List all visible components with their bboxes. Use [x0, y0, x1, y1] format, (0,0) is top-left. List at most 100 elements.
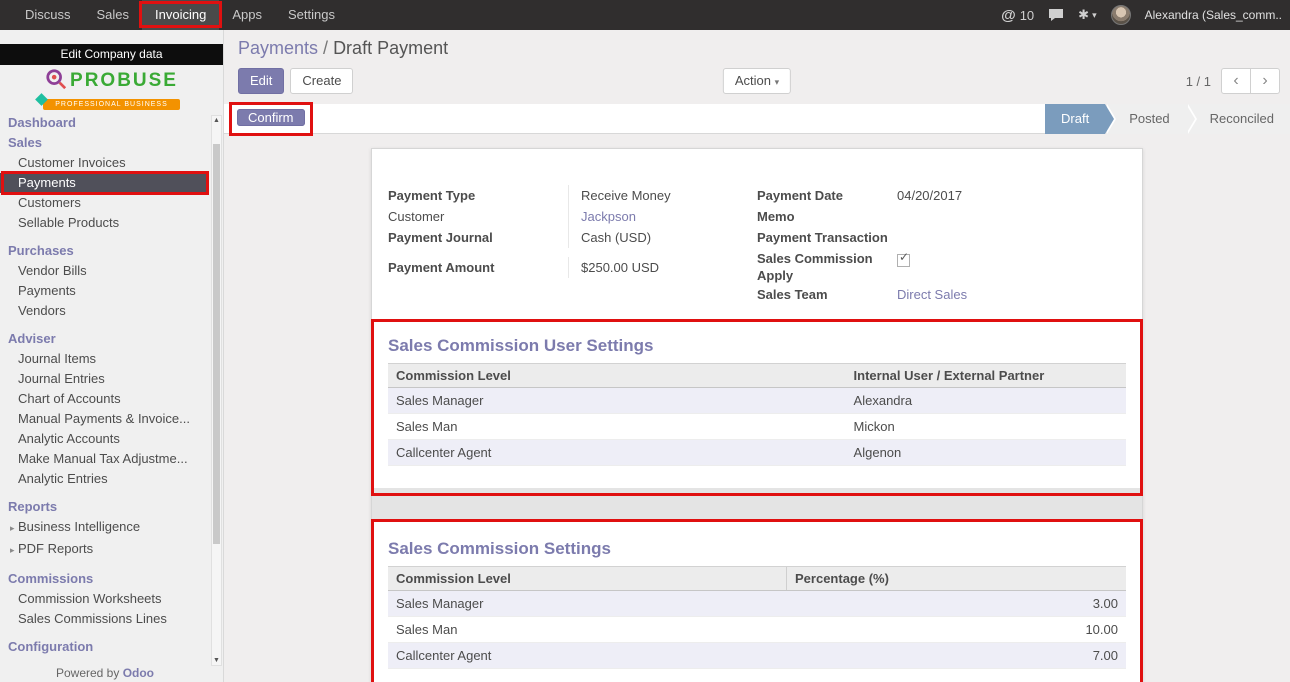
scrollbar-thumb[interactable] — [213, 144, 220, 544]
column-header-commission-level[interactable]: Commission Level — [388, 364, 846, 388]
customer-value-link[interactable]: Jackpson — [568, 206, 757, 227]
customer-label: Customer — [388, 206, 568, 227]
confirm-button[interactable]: Confirm — [237, 109, 305, 126]
commission-level-cell: Sales Manager — [388, 388, 846, 414]
user-cell: Mickon — [846, 414, 1126, 440]
commission-settings-table: Commission Level Percentage (%) Sales Ma… — [388, 566, 1126, 669]
table-row[interactable]: Callcenter Agent Algenon — [388, 440, 1126, 466]
commission-level-cell: Callcenter Agent — [388, 643, 787, 669]
payment-transaction-label: Payment Transaction — [757, 227, 897, 248]
sidebar-item-customer-invoices[interactable]: Customer Invoices — [0, 153, 223, 173]
magnifier-logo-icon — [45, 68, 67, 93]
create-button[interactable]: Create — [290, 68, 353, 94]
sidebar-item-business-intelligence[interactable]: ▸Business Intelligence — [0, 517, 223, 539]
sidebar-item-sellable-products[interactable]: Sellable Products — [0, 213, 223, 233]
scroll-up-icon[interactable]: ▲ — [212, 117, 221, 124]
sales-team-label: Sales Team — [757, 284, 897, 305]
payment-type-label: Payment Type — [388, 185, 568, 206]
status-step-reconciled[interactable]: Reconciled — [1186, 104, 1290, 134]
table-row[interactable]: Sales Manager Alexandra — [388, 388, 1126, 414]
nav-item-invoicing[interactable]: Invoicing — [142, 0, 219, 30]
powered-by-text: Powered by — [56, 666, 119, 680]
memo-label: Memo — [757, 206, 897, 227]
sidebar-item-label: PDF Reports — [18, 541, 93, 556]
user-cell: Alexandra — [846, 388, 1126, 414]
edit-button[interactable]: Edit — [238, 68, 284, 94]
breadcrumb-payments-link[interactable]: Payments — [238, 38, 318, 58]
payment-date-label: Payment Date — [757, 185, 897, 206]
activities-counter[interactable]: @ 10 — [1001, 7, 1034, 24]
sidebar-section-sales[interactable]: Sales — [0, 133, 223, 153]
chevron-down-icon: ▾ — [1092, 10, 1097, 21]
brand-name: PROBUSE — [70, 70, 178, 92]
nav-item-settings[interactable]: Settings — [275, 0, 348, 30]
sidebar-item-analytic-accounts[interactable]: Analytic Accounts — [0, 429, 223, 449]
status-step-posted[interactable]: Posted — [1105, 104, 1185, 134]
action-dropdown-button[interactable]: Action ▾ — [723, 68, 791, 94]
table-row[interactable]: Sales Man 10.00 — [388, 617, 1126, 643]
sidebar-item-manual-payments[interactable]: Manual Payments & Invoice... — [0, 409, 223, 429]
sidebar-item-payments[interactable]: Payments — [0, 173, 209, 193]
nav-item-discuss[interactable]: Discuss — [12, 0, 84, 30]
scroll-down-icon[interactable]: ▼ — [212, 657, 221, 664]
sidebar-section-adviser[interactable]: Adviser — [0, 329, 223, 349]
sidebar-section-commissions[interactable]: Commissions — [0, 569, 223, 589]
status-step-draft[interactable]: Draft — [1045, 104, 1105, 134]
sidebar-item-pdf-reports[interactable]: ▸PDF Reports — [0, 539, 223, 561]
sidebar-section-dashboard[interactable]: Dashboard — [0, 113, 223, 133]
column-header-commission-level[interactable]: Commission Level — [388, 567, 787, 591]
sidebar-item-chart-of-accounts[interactable]: Chart of Accounts — [0, 389, 223, 409]
action-label: Action — [735, 73, 771, 88]
sidebar-section-configuration[interactable]: Configuration — [0, 637, 223, 657]
table-row[interactable]: Sales Manager 3.00 — [388, 591, 1126, 617]
sidebar-item-sales-commissions-lines[interactable]: Sales Commissions Lines — [0, 609, 223, 629]
pager-next-button[interactable]: › — [1250, 68, 1280, 94]
payment-type-value: Receive Money — [568, 185, 757, 206]
top-nav: Discuss Sales Invoicing Apps Settings @ … — [0, 0, 1290, 30]
sidebar-item-journal-entries[interactable]: Journal Entries — [0, 369, 223, 389]
sidebar-item-vendors[interactable]: Vendors — [0, 301, 223, 321]
breadcrumb-current: Draft Payment — [333, 38, 448, 58]
user-avatar[interactable] — [1111, 5, 1131, 25]
payment-amount-value: $250.00 USD — [568, 257, 757, 278]
user-menu[interactable]: Alexandra (Sales_comm.. — [1145, 8, 1282, 22]
powered-by-odoo[interactable]: Powered by Odoo — [0, 666, 210, 680]
debug-menu[interactable]: ✱ ▾ — [1078, 7, 1096, 23]
expand-caret-icon: ▸ — [10, 543, 18, 558]
sidebar-item-commission-worksheets[interactable]: Commission Worksheets — [0, 589, 223, 609]
sidebar-item-journal-items[interactable]: Journal Items — [0, 349, 223, 369]
payment-journal-value: Cash (USD) — [568, 227, 757, 248]
messages-icon[interactable] — [1048, 8, 1064, 22]
sidebar-scrollbar[interactable]: ▲ ▼ — [211, 115, 222, 666]
sales-commission-apply-checkbox[interactable]: ✓ — [897, 254, 910, 267]
column-header-percentage[interactable]: Percentage (%) — [787, 567, 1126, 591]
nav-item-apps[interactable]: Apps — [219, 0, 275, 30]
payment-journal-label: Payment Journal — [388, 227, 568, 248]
nav-item-sales[interactable]: Sales — [84, 0, 143, 30]
breadcrumb-separator: / — [323, 38, 328, 58]
user-settings-table: Commission Level Internal User / Externa… — [388, 363, 1126, 466]
table-row[interactable]: Callcenter Agent 7.00 — [388, 643, 1126, 669]
sidebar-item-manual-tax-adjustments[interactable]: Make Manual Tax Adjustme... — [0, 449, 223, 469]
check-icon: ✓ — [899, 251, 909, 264]
sidebar-section-reports[interactable]: Reports — [0, 497, 223, 517]
nav-right-group: @ 10 ✱ ▾ Alexandra (Sales_comm.. — [1001, 0, 1290, 30]
sidebar-section-purchases[interactable]: Purchases — [0, 241, 223, 261]
edit-company-data-button[interactable]: Edit Company data — [0, 44, 223, 65]
column-header-internal-user[interactable]: Internal User / External Partner — [846, 364, 1126, 388]
sidebar-item-vendor-bills[interactable]: Vendor Bills — [0, 261, 223, 281]
control-panel: Edit Create Action ▾ 1 / 1 ‹ › — [224, 68, 1290, 98]
main-area: Payments/Draft Payment Edit Create Actio… — [224, 30, 1290, 682]
table-row[interactable]: Sales Man Mickon — [388, 414, 1126, 440]
commission-level-cell: Sales Man — [388, 414, 846, 440]
percentage-cell: 7.00 — [787, 643, 1126, 669]
commission-settings-section-title: Sales Commission Settings — [388, 538, 1126, 560]
sales-team-value-link[interactable]: Direct Sales — [897, 284, 1126, 305]
percentage-cell: 3.00 — [787, 591, 1126, 617]
pager-previous-button[interactable]: ‹ — [1221, 68, 1251, 94]
sidebar-item-customers[interactable]: Customers — [0, 193, 223, 213]
sidebar-item-payments-purchases[interactable]: Payments — [0, 281, 223, 301]
commission-level-cell: Callcenter Agent — [388, 440, 846, 466]
sidebar: Edit Company data PROBUSE PROFESSIONAL B… — [0, 30, 224, 682]
sidebar-item-analytic-entries[interactable]: Analytic Entries — [0, 469, 223, 489]
